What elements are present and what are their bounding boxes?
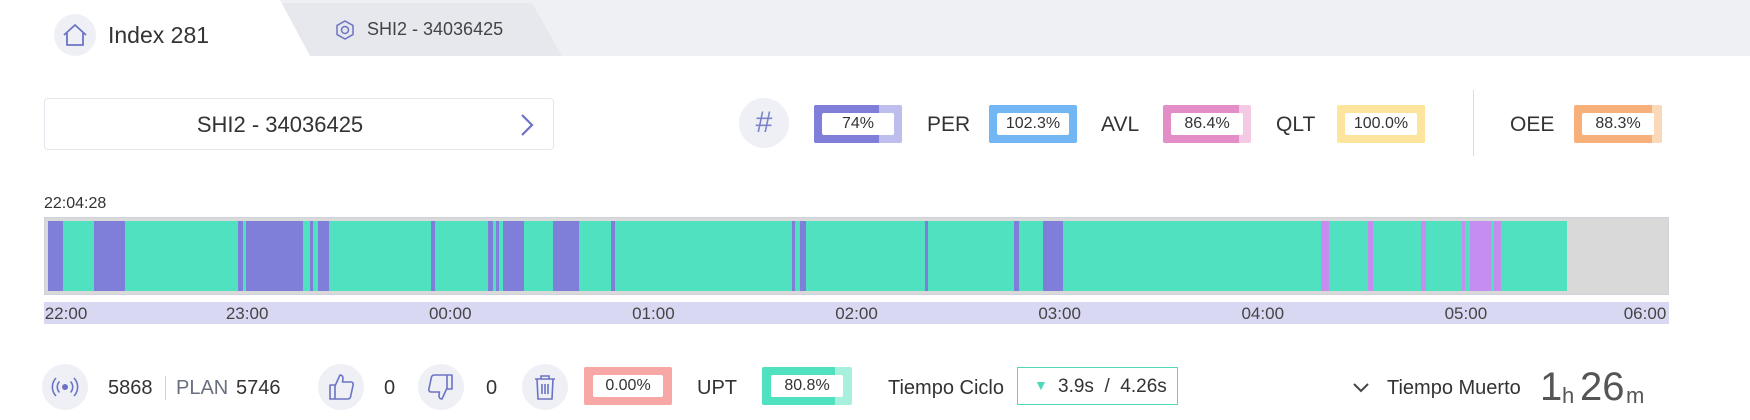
plan-value: 5746 (236, 377, 281, 399)
tab-index-label[interactable]: Index 281 (108, 22, 209, 49)
downtime-hours: 1 (1540, 365, 1563, 409)
timeline-segment-run[interactable] (303, 221, 310, 291)
cycle-time-label: Tiempo Ciclo (888, 377, 1004, 399)
kpi-avl-bar: 86.4% (1163, 105, 1251, 143)
timeline-segment-run[interactable] (927, 221, 1014, 291)
kpi-qlt-value: 100.0% (1345, 113, 1417, 135)
timeline-tick-label: 00:00 (428, 304, 472, 323)
triangle-down-icon: ▼ (1034, 377, 1048, 393)
timeline-segment-run[interactable] (62, 221, 94, 291)
timeline-segment-run[interactable] (1426, 221, 1462, 291)
chevron-down-icon[interactable] (1352, 381, 1370, 399)
timeline-segment-run[interactable] (1500, 221, 1568, 291)
timeline-segment-stop[interactable] (93, 221, 125, 291)
hash-icon[interactable]: # (739, 98, 789, 148)
cycle-time-value: 3.9s / 4.26s (1058, 376, 1167, 397)
home-icon[interactable] (54, 14, 96, 56)
kpi-per-bar: 102.3% (989, 105, 1077, 143)
timeline-tick-label: 22:00 (44, 304, 88, 323)
plan-label: PLAN (176, 377, 229, 399)
timeline-segment-run[interactable] (806, 221, 925, 291)
scrap-rate-value: 0.00% (593, 375, 663, 397)
kpi-hash-value: 74% (822, 113, 894, 135)
timeline-segment-other[interactable] (1494, 221, 1501, 291)
timeline-segment-stop[interactable] (317, 221, 330, 291)
thumbs-up-icon[interactable] (318, 364, 364, 410)
timeline-segment-run[interactable] (578, 221, 612, 291)
upt-value: 80.8% (771, 375, 843, 397)
kpi-per-value: 102.3% (997, 113, 1069, 135)
trash-icon[interactable] (522, 364, 568, 410)
upt-bar: 80.8% (762, 367, 852, 405)
timeline-segment-run[interactable] (1372, 221, 1422, 291)
scrap-rate-bar: 0.00% (584, 367, 672, 405)
produced-count: 5868 (108, 377, 153, 399)
timeline-axis: 22:00 23:00 00:00 01:00 02:00 03:00 04:00 05:00… (44, 302, 1669, 324)
timeline-start-time: 22:04:28 (44, 195, 107, 212)
timeline-tick-label: 03:00 (1038, 304, 1081, 323)
kpi-hash-bar: 74% (814, 105, 902, 143)
timeline-tick-label: 05:00 (1444, 304, 1488, 323)
kpi-oee-bar: 88.3% (1574, 105, 1662, 143)
thumbs-down-count: 0 (486, 377, 498, 399)
timeline-segment-stop[interactable] (246, 221, 304, 291)
kpi-per-label: PER (927, 113, 971, 136)
downtime-label: Tiempo Muerto (1387, 377, 1521, 399)
downtime-hours-unit: h (1562, 383, 1575, 408)
kpi-oee-value: 88.3% (1582, 113, 1654, 135)
hexagon-icon (334, 19, 356, 46)
kpi-avl-label: AVL (1101, 113, 1140, 136)
downtime-minutes-unit: m (1626, 383, 1645, 408)
timeline-tick-label: 01:00 (632, 304, 675, 323)
kpi-qlt-bar: 100.0% (1337, 105, 1425, 143)
timeline-segment-run[interactable] (434, 221, 489, 291)
timeline-tick-label: 04:00 (1241, 304, 1285, 323)
cycle-time-box: ▼ 3.9s / 4.26s (1017, 367, 1178, 405)
thumbs-up-count: 0 (384, 377, 396, 399)
thumbs-down-icon[interactable] (418, 364, 464, 410)
signal-icon (42, 364, 88, 410)
timeline-segment-run[interactable] (1062, 221, 1321, 291)
hash-symbol: # (755, 106, 773, 139)
timeline-segment-run[interactable] (1018, 221, 1044, 291)
downtime-minutes: 26 (1580, 365, 1625, 409)
machine-selector-label: SHI2 - 34036425 (196, 112, 364, 137)
timeline-segment-run[interactable] (1328, 221, 1368, 291)
timeline-tick-label: 23:00 (225, 304, 269, 323)
timeline-segment-run[interactable] (523, 221, 553, 291)
count-divider (165, 376, 166, 400)
timeline-tick-label: 06:00 (1623, 304, 1667, 323)
kpi-divider (1473, 90, 1474, 156)
production-timeline[interactable] (44, 217, 1669, 295)
tab-machine-label[interactable]: SHI2 - 34036425 (367, 19, 503, 40)
machine-selector[interactable]: SHI2 - 34036425 (44, 98, 554, 150)
timeline-segment-other[interactable] (1469, 221, 1492, 291)
kpi-oee-label: OEE (1510, 113, 1555, 136)
timeline-segment-stop[interactable] (1043, 221, 1063, 291)
timeline-segment-run[interactable] (614, 221, 792, 291)
timeline-segment-run[interactable] (124, 221, 239, 291)
timeline-segment-stop[interactable] (48, 221, 63, 291)
upt-label: UPT (697, 377, 737, 399)
kpi-qlt-label: QLT (1276, 113, 1316, 136)
kpi-avl-value: 86.4% (1171, 113, 1243, 135)
timeline-segment-stop[interactable] (502, 221, 524, 291)
timeline-segment-stop[interactable] (552, 221, 579, 291)
chevron-right-icon[interactable] (519, 113, 535, 142)
timeline-tick-label: 02:00 (835, 304, 878, 323)
timeline-segment-other[interactable] (1320, 221, 1329, 291)
timeline-segment-run[interactable] (329, 221, 432, 291)
